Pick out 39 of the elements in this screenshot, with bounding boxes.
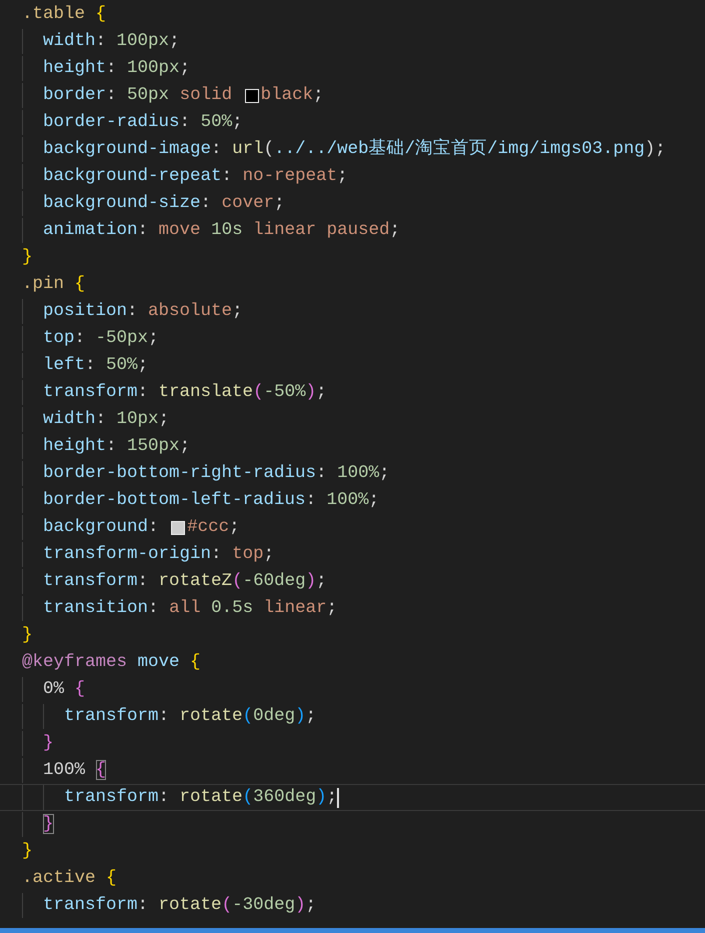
code-text: .table { xyxy=(22,3,106,26)
code-text: transition: all 0.5s linear; xyxy=(42,597,338,620)
code-text: transform: rotate(-30deg); xyxy=(42,894,316,918)
code-text: } xyxy=(22,246,33,270)
code-text: border-radius: 50%; xyxy=(42,111,243,134)
code-text: animation: move 10s linear paused; xyxy=(42,219,400,242)
code-text: transform: translate(-50%); xyxy=(42,381,327,404)
code-text: height: 100px; xyxy=(42,57,190,80)
text-cursor xyxy=(337,788,340,808)
code-text: background-size: cover; xyxy=(42,192,285,216)
code-text: .pin { xyxy=(22,273,86,296)
code-text: transform: rotateZ(-60deg); xyxy=(42,570,327,594)
code-text: } xyxy=(42,732,54,756)
code-text: #ccc; xyxy=(187,516,240,540)
code-text: left: 50%; xyxy=(42,354,148,378)
code-text: 100% { xyxy=(42,759,106,782)
code-text: border-bottom-left-radius: 100%; xyxy=(42,489,380,512)
code-text: width: 10px; xyxy=(42,408,170,432)
code-text: background: xyxy=(42,516,160,540)
code-text: } xyxy=(22,624,33,648)
code-text: 0% { xyxy=(42,678,86,702)
code-text: black; xyxy=(260,84,324,108)
code-text: border-bottom-right-radius: 100%; xyxy=(42,462,390,486)
code-text: top: -50px; xyxy=(42,327,159,350)
code-text: width: 100px; xyxy=(42,30,180,54)
code-text: .active { xyxy=(22,867,117,890)
code-text: } xyxy=(22,840,33,864)
code-text: transform-origin: top; xyxy=(42,543,274,566)
code-text: @keyframes move { xyxy=(22,651,201,674)
color-swatch-icon[interactable] xyxy=(244,88,259,102)
code-text: border: 50px solid xyxy=(42,84,234,108)
code-text: transform: rotate(360deg); xyxy=(63,786,338,810)
code-text: background-image: url(../../web基础/淘宝首页/img/imgs03.png); xyxy=(42,137,666,162)
code-text: } xyxy=(42,813,54,836)
code-text: background-repeat: no-repeat; xyxy=(42,165,348,188)
code-text: height: 150px; xyxy=(42,435,190,458)
code-text: position: absolute; xyxy=(42,300,243,324)
color-swatch-icon[interactable] xyxy=(171,520,186,534)
code-text: transform: rotate(0deg); xyxy=(63,705,316,728)
